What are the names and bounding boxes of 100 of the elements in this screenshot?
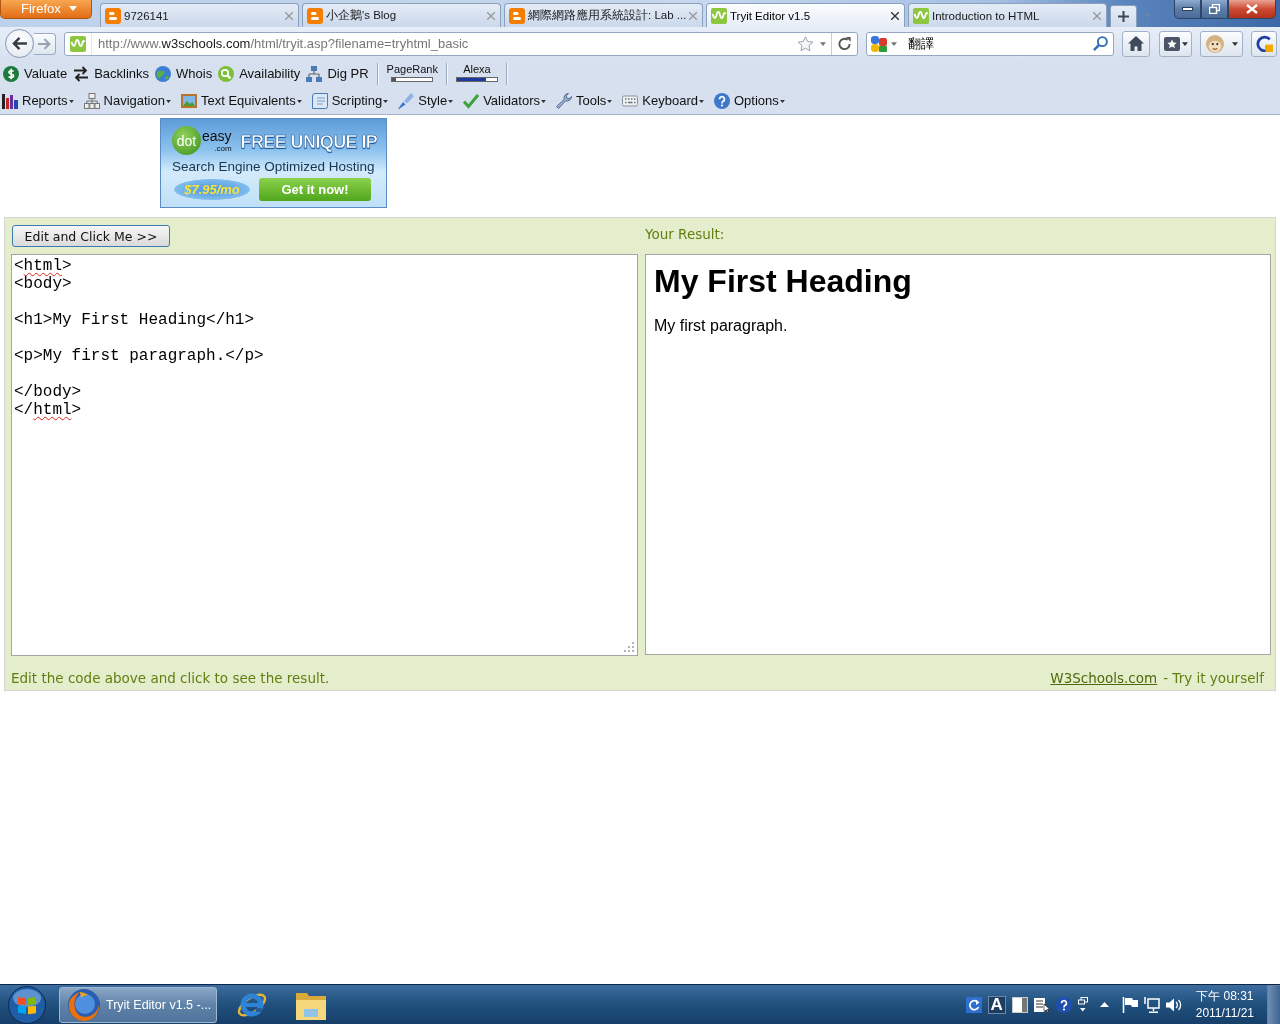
menu-button[interactable]: Options — [714, 92, 785, 109]
caret-icon — [165, 100, 171, 103]
speaker-icon[interactable] — [1165, 996, 1182, 1013]
wrench-icon — [555, 92, 572, 109]
restore-icon — [1209, 4, 1220, 14]
clock-date[interactable]: 2011/11/21 — [1195, 1004, 1254, 1022]
wave-logo-icon — [70, 35, 86, 52]
browser-tab[interactable]: 小企鵝's Blog — [302, 3, 501, 27]
swap-arrows-icon — [73, 65, 90, 82]
caret-icon — [1232, 41, 1238, 46]
taskbar-button[interactable]: Tryit Editor v1.5 -... — [59, 986, 217, 1023]
site-link[interactable]: W3Schools.com — [1050, 670, 1158, 686]
document-pointer-icon[interactable] — [1033, 996, 1050, 1013]
restore-button[interactable] — [1201, 0, 1228, 19]
input-method-icon[interactable] — [965, 996, 982, 1013]
bookmarks-button[interactable] — [1159, 30, 1192, 57]
meter-label: Alexa — [463, 62, 491, 75]
toolbar-button[interactable]: Whois — [155, 65, 213, 82]
page-icon — [311, 92, 328, 109]
menu-button[interactable]: Keyboard — [622, 92, 704, 109]
magnifier-icon — [218, 65, 235, 82]
new-tab-button[interactable] — [1110, 5, 1137, 27]
caret-icon[interactable] — [891, 41, 897, 46]
code-editor[interactable]: <html> <body> <h1>My First Heading</h1> <p>My first paragraph.</p> </body> </html> — [11, 254, 638, 656]
caret-icon — [1181, 41, 1188, 46]
caret-icon[interactable] — [820, 41, 826, 46]
close-button[interactable] — [1228, 0, 1276, 19]
stacked-windows-icon[interactable] — [1077, 997, 1088, 1012]
globe-icon — [155, 65, 172, 82]
home-button[interactable] — [1122, 30, 1150, 57]
monitor-icon[interactable] — [1143, 996, 1160, 1013]
addon-button[interactable] — [1200, 30, 1243, 57]
result-label: Your Result: — [645, 226, 725, 242]
help-icon — [714, 92, 730, 109]
wave-logo-icon — [711, 7, 727, 24]
caret-icon — [540, 100, 546, 103]
plus-icon — [1118, 11, 1129, 22]
up-arrow-icon[interactable] — [1099, 1002, 1109, 1007]
show-desktop-button[interactable] — [1267, 984, 1280, 1024]
menu-button[interactable]: Scripting — [311, 92, 389, 109]
menu-button[interactable]: Reports — [2, 92, 74, 109]
square-logo-icon — [307, 7, 323, 24]
browser-tab[interactable]: 網際網路應用系統設計: Lab ... — [504, 3, 703, 27]
keyboard-icon — [622, 92, 639, 109]
star-box-icon — [1163, 36, 1180, 51]
colored-blocks-icon[interactable] — [871, 35, 887, 52]
monkey-face-icon — [1206, 34, 1224, 53]
fox-globe-icon — [68, 988, 100, 1021]
flag-icon[interactable] — [1121, 996, 1138, 1013]
dollar-coin-icon — [3, 65, 19, 82]
toolbar-button[interactable]: Availability — [218, 65, 301, 82]
toolbar-button[interactable]: Valuate — [3, 65, 68, 82]
minimize-button[interactable] — [1174, 0, 1201, 19]
toolbar-button[interactable]: Backlinks — [73, 65, 150, 82]
sitemap-icon — [83, 92, 100, 109]
caret-icon — [607, 100, 613, 103]
result-heading: My First Heading — [654, 262, 912, 301]
bar-chart-icon — [2, 92, 18, 109]
price-badge: $7.95/mo — [174, 179, 250, 200]
menu-button[interactable]: Validators — [463, 92, 546, 109]
address-field[interactable]: http://www.w3schools.com/html/tryit.asp?filename=tryhtml_basic — [64, 31, 858, 56]
menu-button[interactable]: Text Equivalents — [180, 92, 302, 109]
caret-icon — [68, 6, 77, 11]
caret-icon — [383, 100, 389, 103]
extension-button[interactable] — [1251, 30, 1277, 57]
back-button[interactable] — [5, 29, 34, 58]
search-icon[interactable] — [1093, 36, 1108, 51]
right-arrow-icon — [38, 37, 51, 50]
resize-grip-icon[interactable] — [624, 642, 634, 652]
menu-button[interactable]: Navigation — [83, 92, 171, 109]
browser-tab[interactable]: Introduction to HTML — [908, 3, 1107, 27]
toolbar-button[interactable]: Dig PR — [306, 65, 369, 82]
caret-icon — [779, 100, 785, 103]
minimize-icon — [1182, 7, 1193, 11]
meter-label: PageRank — [386, 62, 438, 75]
browser-tab[interactable]: 9726141 — [100, 3, 299, 27]
browser-tab[interactable]: Tryit Editor v1.5 — [706, 3, 905, 27]
half-square-icon[interactable] — [1011, 996, 1028, 1013]
picture-icon — [180, 92, 197, 109]
close-icon[interactable] — [891, 11, 899, 20]
network-icon — [306, 65, 323, 82]
menu-button[interactable]: Style — [398, 92, 454, 109]
result-paragraph: My first paragraph. — [654, 316, 788, 335]
help-icon[interactable] — [1055, 996, 1072, 1013]
footer-tagline: - Try it yourself — [1163, 670, 1264, 686]
caret-icon — [699, 100, 704, 103]
close-icon — [1246, 4, 1258, 14]
wave-logo-icon — [913, 7, 929, 24]
reload-icon — [837, 36, 852, 51]
start-button[interactable] — [8, 985, 46, 1024]
ad-tagline: Search Engine Optimized Hosting — [172, 159, 376, 174]
search-field[interactable]: 翻譯 — [866, 31, 1114, 56]
ime-mode-button[interactable]: A — [987, 995, 1006, 1014]
check-icon — [463, 92, 480, 109]
menu-button[interactable]: Tools — [555, 92, 613, 109]
run-button[interactable]: Edit and Click Me >> — [12, 225, 170, 247]
clock-time[interactable]: 下午 08:31 — [1196, 987, 1254, 1005]
star-icon[interactable] — [797, 35, 814, 52]
footer-note: Edit the code above and click to see the result. — [11, 670, 330, 686]
square-logo-icon — [509, 7, 525, 24]
